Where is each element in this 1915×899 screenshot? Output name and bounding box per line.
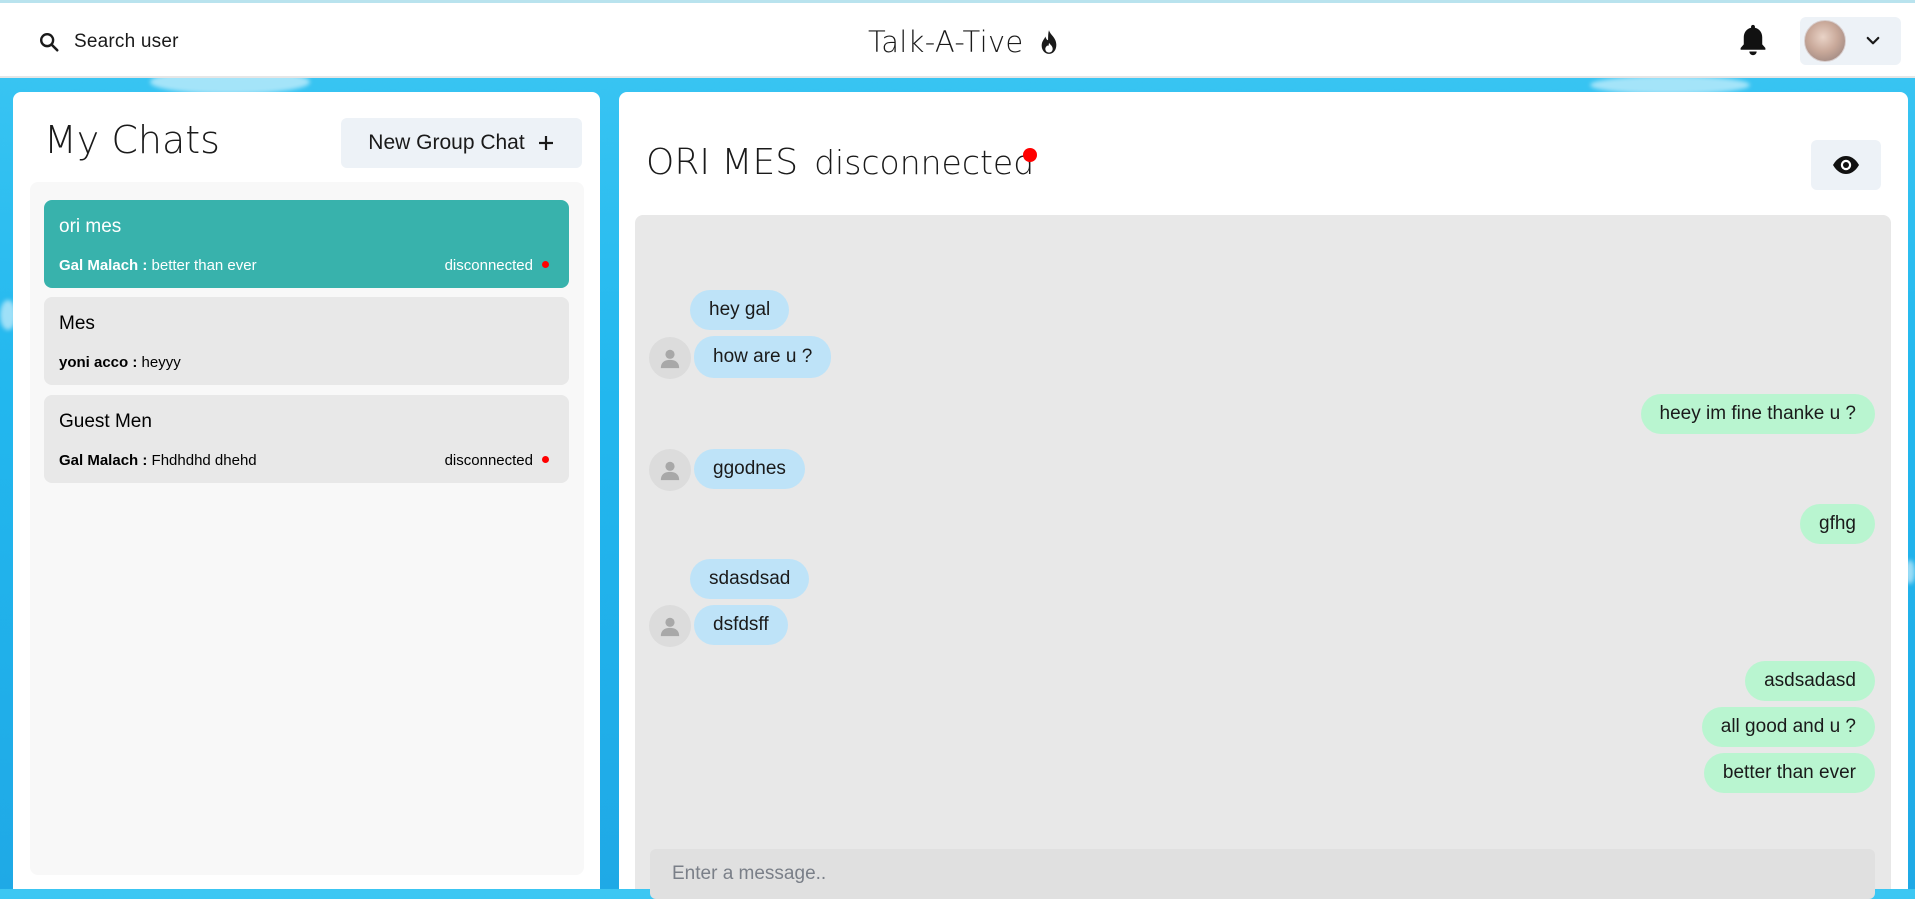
chat-last-message: yoni acco : heyyy <box>59 354 181 371</box>
message-bubble: gfhg <box>1800 504 1875 544</box>
chat-status-label: disconnected <box>814 143 1035 182</box>
eye-icon <box>1833 156 1859 174</box>
chat-list-item[interactable]: Guest Men Gal Malach : Fhdhdhd dhehd dis… <box>44 395 569 483</box>
user-avatar-icon <box>649 337 691 379</box>
profile-menu-button[interactable] <box>1800 17 1901 65</box>
top-bar: Search user Talk-A-Tive <box>0 0 1915 78</box>
chevron-down-icon <box>1866 36 1880 45</box>
status-dot <box>542 261 549 268</box>
messages-area: hey gal how are u ? heey im fine thanke … <box>635 215 1891 899</box>
chat-last-message: Gal Malach : Fhdhdhd dhehd <box>59 452 257 469</box>
chat-title: ORI MES <box>646 142 799 183</box>
chat-name: Mes <box>59 313 95 334</box>
message-bubble: heey im fine thanke u ? <box>1640 394 1875 434</box>
chat-name: Guest Men <box>59 411 152 432</box>
message-bubble: better than ever <box>1703 753 1875 793</box>
chat-last-message: Gal Malach : better than ever <box>59 257 257 274</box>
chat-list: ori mes Gal Malach : better than ever di… <box>30 182 584 875</box>
chat-status: disconnected <box>444 452 533 469</box>
notifications-button[interactable] <box>1738 23 1772 59</box>
message-bubble: ggodnes <box>694 449 805 489</box>
user-avatar-icon <box>649 449 691 491</box>
plus-icon <box>538 136 553 150</box>
new-group-chat-button[interactable]: New Group Chat <box>341 118 582 168</box>
message-bubble: asdsadasd <box>1745 661 1875 701</box>
search-user-label: Search user <box>74 31 179 52</box>
user-avatar-icon <box>649 605 691 647</box>
bell-icon <box>1740 24 1766 56</box>
status-dot <box>542 456 549 463</box>
chat-name: ori mes <box>59 216 122 237</box>
chat-list-item[interactable]: Mes yoni acco : heyyy <box>44 297 569 385</box>
message-bubble: how are u ? <box>694 336 832 378</box>
avatar <box>1804 20 1846 62</box>
new-group-chat-label: New Group Chat <box>368 131 525 154</box>
chat-status: disconnected <box>444 257 533 274</box>
chat-last-text: Fhdhdhd dhehd <box>151 452 257 469</box>
status-dot <box>1023 148 1037 162</box>
view-profile-button[interactable] <box>1811 140 1881 190</box>
message-bubble: all good and u ? <box>1701 707 1875 747</box>
app-title: Talk-A-Tive <box>868 25 1060 59</box>
chat-last-text: heyyy <box>141 354 181 371</box>
my-chats-panel: My Chats New Group Chat ori mes Gal Mala… <box>13 92 600 889</box>
chat-last-text: better than ever <box>151 257 257 274</box>
message-input[interactable] <box>650 849 1875 899</box>
search-user-button[interactable]: Search user <box>22 20 195 64</box>
message-bubble: hey gal <box>690 290 790 330</box>
chat-panel: ORI MES disconnected hey gal how are u ?… <box>619 92 1908 899</box>
app-title-text: Talk-A-Tive <box>868 25 1024 59</box>
flame-icon <box>1041 30 1056 54</box>
message-bubble: sdasdsad <box>690 559 810 599</box>
chat-header: ORI MES disconnected <box>646 142 1034 183</box>
search-icon <box>40 33 59 52</box>
chat-last-sender: yoni acco : <box>59 354 138 371</box>
chat-last-sender: Gal Malach : <box>59 452 148 469</box>
chat-list-item[interactable]: ori mes Gal Malach : better than ever di… <box>44 200 569 288</box>
my-chats-title: My Chats <box>44 118 220 162</box>
chat-last-sender: Gal Malach : <box>59 257 148 274</box>
message-bubble: dsfdsff <box>694 605 788 645</box>
